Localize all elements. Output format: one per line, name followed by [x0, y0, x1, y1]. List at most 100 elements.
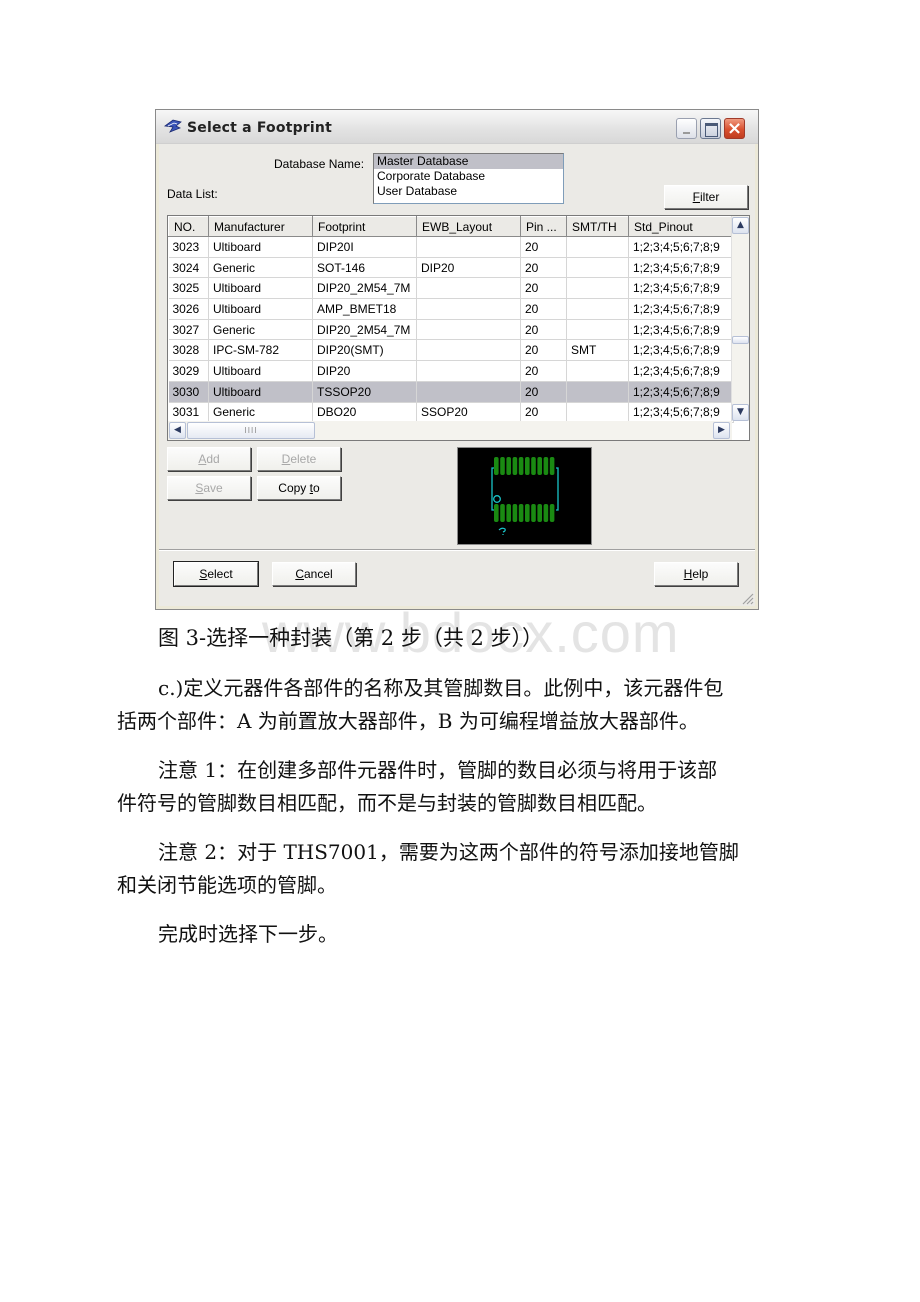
scroll-up-icon[interactable]: ▲: [732, 217, 749, 234]
footprint-pad: [506, 504, 511, 522]
cell-no: 3024: [168, 257, 209, 279]
cell-manufacturer: Ultiboard: [208, 236, 313, 258]
table-row[interactable]: 3031 Generic DBO20 SSOP20 20 1;2;3;4;5;6;7;8;…: [168, 402, 734, 424]
scroll-left-icon[interactable]: ◀: [169, 422, 186, 439]
table-row[interactable]: 3027 Generic DIP20_2M54_7M 20 1;2;3;4;5;6;7;…: [168, 319, 734, 341]
maximize-button[interactable]: [700, 118, 721, 139]
cell-smt-th: [566, 402, 629, 424]
cell-no: 3023: [168, 236, 209, 258]
cell-std-pinout: 1;2;3;4;5;6;7;8;9: [628, 360, 734, 382]
database-option[interactable]: User Database: [374, 184, 563, 199]
cell-ewb-layout: DIP20: [416, 257, 521, 279]
add-button[interactable]: Add: [167, 447, 251, 471]
separator: [159, 549, 755, 551]
column-header-footprint[interactable]: Footprint: [312, 216, 417, 237]
select-button[interactable]: Select: [173, 561, 259, 587]
footprint-pad: [525, 504, 530, 522]
resize-grip-icon[interactable]: [740, 591, 754, 605]
footprint-pad: [525, 457, 530, 475]
copy-to-label-rest: o: [313, 481, 320, 495]
filter-mnemonic: F: [692, 190, 700, 204]
cell-pins: 20: [520, 319, 567, 341]
table-row[interactable]: 3029 Ultiboard DIP20 20 1;2;3;4;5;6;7;8;9: [168, 360, 734, 382]
database-option[interactable]: Master Database: [374, 154, 563, 169]
select-label: elect: [207, 567, 233, 581]
footprint-pad: [549, 504, 555, 522]
cell-smt-th: [566, 257, 629, 279]
horizontal-scroll-thumb[interactable]: IIII: [187, 422, 315, 439]
help-button[interactable]: Help: [654, 562, 738, 586]
table-row[interactable]: 3028 IPC-SM-782 DIP20(SMT) 20 SMT 1;2;3;4;5;6…: [168, 339, 734, 362]
delete-button[interactable]: Delete: [257, 447, 341, 471]
column-header-no[interactable]: NO.: [168, 216, 209, 237]
close-icon: ×: [726, 118, 743, 139]
horizontal-scrollbar[interactable]: ◀ IIII ▶: [168, 421, 732, 440]
cell-manufacturer: Ultiboard: [208, 380, 313, 403]
cell-smt-th: [566, 319, 629, 341]
footprint-pad: [543, 504, 549, 522]
table-row[interactable]: 3024 Generic SOT-146 DIP20 20 1;2;3;4;5;6;7;8…: [168, 257, 734, 279]
cell-smt-th: [566, 236, 629, 258]
footprint-pad: [500, 457, 505, 475]
scroll-down-icon[interactable]: ▼: [732, 404, 749, 421]
cell-std-pinout: 1;2;3;4;5;6;7;8;9: [628, 277, 734, 300]
add-label: dd: [206, 452, 220, 466]
scroll-right-icon[interactable]: ▶: [713, 422, 730, 439]
cell-footprint: TSSOP20: [312, 380, 417, 403]
cell-std-pinout: 1;2;3;4;5;6;7;8;9: [628, 236, 734, 258]
footprint-pad: [549, 457, 555, 475]
cell-manufacturer: Generic: [208, 319, 313, 341]
footprint-table: NO. Manufacturer Footprint EWB_Layout Pi…: [167, 215, 750, 441]
cell-manufacturer: Ultiboard: [208, 277, 313, 300]
vertical-scroll-thumb[interactable]: [732, 336, 749, 344]
cell-no: 3025: [168, 277, 209, 300]
table-row[interactable]: 3025 Ultiboard DIP20_2M54_7M 20 1;2;3;4;5;6;…: [168, 277, 734, 300]
cell-footprint: DIP20_2M54_7M: [312, 277, 417, 300]
minimize-button[interactable]: [676, 118, 697, 139]
figure-caption: 图 3-选择一种封装（第 2 步（共 2 步））: [158, 626, 544, 650]
title-bar[interactable]: Select a Footprint ×: [156, 110, 758, 144]
cancel-button[interactable]: Cancel: [272, 562, 356, 586]
column-header-pins[interactable]: Pin ...: [520, 216, 567, 237]
table-row[interactable]: 3026 Ultiboard AMP_BMET18 20 1;2;3;4;5;6;7;8…: [168, 298, 734, 320]
database-option[interactable]: Corporate Database: [374, 169, 563, 184]
footprint-preview: [457, 447, 592, 545]
cell-footprint: DIP20: [312, 360, 417, 382]
cell-manufacturer: Ultiboard: [208, 360, 313, 382]
footprint-preview-drawing: [491, 457, 559, 535]
cell-std-pinout: 1;2;3;4;5;6;7;8;9: [628, 402, 734, 424]
vertical-scrollbar[interactable]: ▲ ▼: [731, 216, 749, 421]
column-header-std-pinout[interactable]: Std_Pinout: [628, 216, 734, 237]
cancel-label: ancel: [303, 567, 333, 581]
table-row[interactable]: 3023 Ultiboard DIP20I 20 1;2;3;4;5;6;7;8;9: [168, 236, 734, 258]
cell-ewb-layout: [416, 236, 521, 258]
copy-to-button[interactable]: Copy to: [257, 476, 341, 500]
filter-label: ilter: [700, 190, 720, 204]
footprint-pad: [543, 457, 549, 475]
cell-footprint: DIP20_2M54_7M: [312, 319, 417, 341]
column-header-ewb-layout[interactable]: EWB_Layout: [416, 216, 521, 237]
cell-smt-th: [566, 277, 629, 300]
cell-manufacturer: IPC-SM-782: [208, 339, 313, 362]
cell-ewb-layout: SSOP20: [416, 402, 521, 424]
cell-ewb-layout: [416, 277, 521, 300]
cell-footprint: DBO20: [312, 402, 417, 424]
paragraph-line: 完成时选择下一步。: [158, 922, 338, 946]
filter-button[interactable]: Filter: [664, 185, 748, 209]
cell-pins: 20: [520, 257, 567, 279]
footprint-pad: [537, 504, 542, 522]
delete-mnemonic: D: [281, 452, 291, 466]
cell-footprint: AMP_BMET18: [312, 298, 417, 320]
footprint-pad: [531, 504, 536, 522]
dialog-title: Select a Footprint: [187, 120, 332, 136]
save-button[interactable]: Save: [167, 476, 251, 500]
database-listbox[interactable]: Master Database Corporate Database User …: [373, 153, 564, 204]
column-header-manufacturer[interactable]: Manufacturer: [208, 216, 313, 237]
column-header-smt-th[interactable]: SMT/TH: [566, 216, 629, 237]
refdes-marker-icon: [498, 527, 506, 535]
cell-pins: 20: [520, 339, 567, 362]
close-button[interactable]: ×: [724, 118, 745, 139]
table-row[interactable]: 3030 Ultiboard TSSOP20 20 1;2;3;4;5;6;7;8;9: [168, 380, 734, 403]
data-list-label: Data List:: [167, 187, 218, 201]
cell-manufacturer: Ultiboard: [208, 298, 313, 320]
